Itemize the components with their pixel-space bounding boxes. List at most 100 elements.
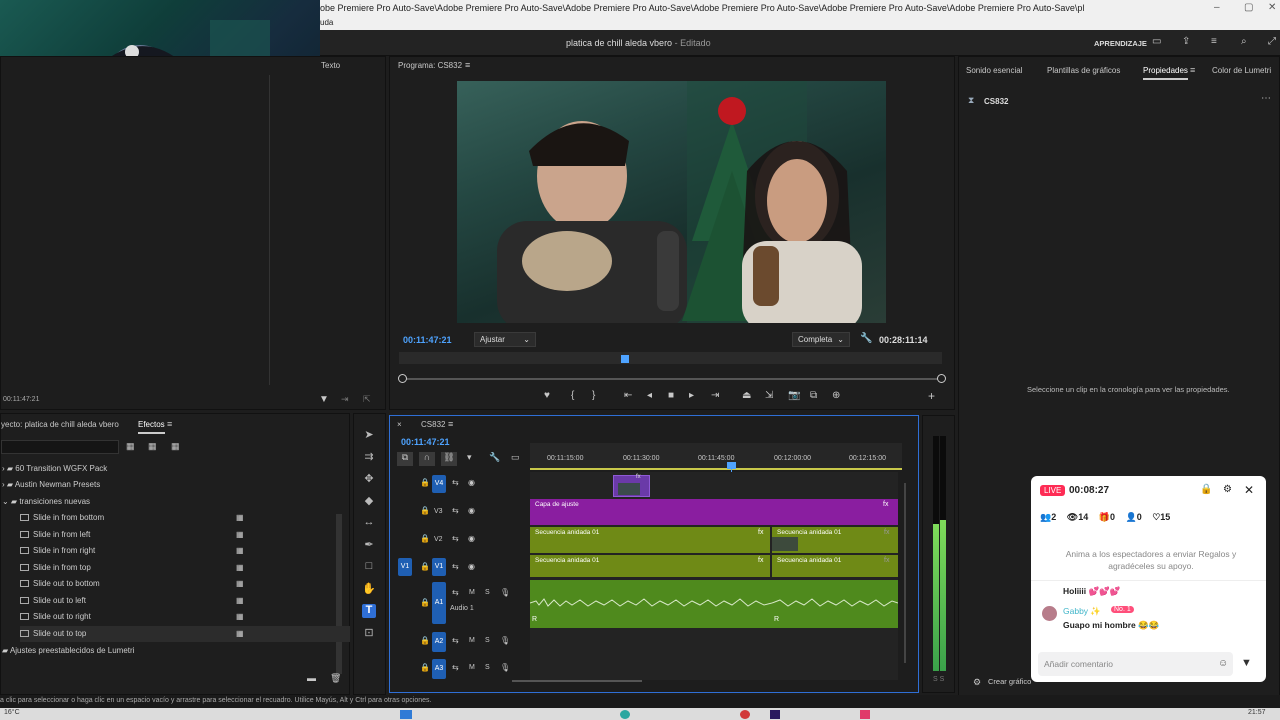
new-bin-icon[interactable]: ▬ <box>307 673 316 683</box>
app-icon[interactable] <box>620 710 630 719</box>
effects-folder[interactable]: ⌄ ▰ transiciones nuevas <box>2 494 332 510</box>
premiere-icon[interactable] <box>770 710 780 719</box>
maximize-icon[interactable]: ▢ <box>1244 2 1253 13</box>
timeline-timecode[interactable]: 00:11:47:21 <box>401 437 450 447</box>
yuv-icon[interactable]: ▦ <box>171 441 180 452</box>
menu-icon[interactable]: ≡ <box>1211 36 1217 47</box>
pen-tool-icon[interactable]: ✒ <box>362 538 376 552</box>
app-icon[interactable] <box>740 710 750 719</box>
lift-icon[interactable]: ⏏ <box>742 390 751 401</box>
mic-icon[interactable]: 🎙 <box>500 663 510 672</box>
effects-item[interactable]: Slide out to left ▦ <box>20 593 350 609</box>
clip-nested-v1-b[interactable]: Secuencia anidada 01 fx <box>772 555 898 577</box>
mute-button[interactable]: M <box>469 664 475 671</box>
timeline-ruler[interactable]: 00:11:15:00 00:11:30:00 00:11:45:00 00:1… <box>530 443 902 470</box>
mark-in-icon[interactable]: { <box>571 390 574 401</box>
track-label-v2[interactable]: V2 <box>434 536 443 543</box>
zoom-scrollbar[interactable] <box>398 374 946 383</box>
trash-icon[interactable]: 🗑 <box>330 673 341 684</box>
type-tool-icon[interactable]: T <box>362 604 376 618</box>
solo-button[interactable]: S <box>485 589 490 596</box>
tab-text[interactable]: Texto <box>321 61 340 70</box>
lock-icon[interactable]: 🔒 <box>420 636 430 645</box>
timeline-settings-icon[interactable]: 🔧 <box>489 452 500 463</box>
lock-icon[interactable]: 🔒 <box>420 598 430 607</box>
effects-item[interactable]: Slide out to right ▦ <box>20 609 350 625</box>
panel-menu-icon[interactable]: ≡ <box>167 419 172 429</box>
effects-folder[interactable]: ▰ Ajustes preestablecidos de Lumetri <box>2 643 332 659</box>
go-to-in-icon[interactable]: ⇤ <box>624 390 632 401</box>
lock-icon[interactable]: 🔒 <box>420 562 430 571</box>
compare-icon[interactable]: ⧉ <box>810 390 817 401</box>
32bit-icon[interactable]: ▦ <box>148 441 157 452</box>
share-icon[interactable]: ⇪ <box>1182 36 1190 47</box>
sync-lock-icon[interactable]: ⇆ <box>452 534 459 543</box>
close-icon[interactable]: ✕ <box>1268 2 1276 13</box>
clip-nested-v2-a[interactable]: Secuencia anidada 01 fx <box>530 527 770 553</box>
mute-button[interactable]: M <box>469 637 475 644</box>
weather-widget[interactable]: 16°C <box>4 709 20 716</box>
menu-item-help-fragment[interactable]: uda <box>320 18 333 27</box>
program-timecode[interactable]: 00:11:47:21 <box>403 335 452 345</box>
panel-menu-icon[interactable]: ≡ <box>448 419 453 429</box>
resolution-select[interactable]: Completa ⌄ <box>792 332 850 347</box>
add-marker-icon[interactable]: ♥ <box>544 390 550 401</box>
solo-button[interactable]: S <box>485 637 490 644</box>
add-marker-icon[interactable]: ▾ <box>467 452 472 463</box>
effects-item[interactable]: Slide in from top ▦ <box>20 560 350 576</box>
sync-lock-icon[interactable]: ⇆ <box>452 663 459 672</box>
filter-icon[interactable]: ▼ <box>319 394 329 405</box>
slip-tool-icon[interactable]: ↔ <box>362 516 376 530</box>
clip-audio-b[interactable]: R <box>772 580 898 628</box>
mute-button[interactable]: M <box>469 589 475 596</box>
tab-graphics-templates[interactable]: Plantillas de gráficos <box>1047 66 1120 75</box>
panel-menu-icon[interactable]: ≡ <box>1190 65 1195 75</box>
hand-tool-icon[interactable]: ✋ <box>362 582 376 596</box>
selection-tool-icon[interactable]: ➤ <box>362 428 376 442</box>
timeline-vertical-scroll[interactable] <box>904 483 906 663</box>
eye-icon[interactable]: ◉ <box>468 562 475 571</box>
playhead-marker[interactable] <box>621 355 629 363</box>
solo-button[interactable]: S <box>485 664 490 671</box>
start-icon[interactable] <box>400 710 412 719</box>
effects-folder[interactable]: › ▰ Austin Newman Presets <box>2 477 332 493</box>
nest-icon[interactable]: ⧉ <box>397 452 413 466</box>
extract-icon[interactable]: ⇲ <box>765 390 773 401</box>
sync-lock-icon[interactable]: ⇆ <box>452 636 459 645</box>
track-select-icon[interactable]: ⇉ <box>362 450 376 464</box>
avatar[interactable] <box>1042 606 1057 621</box>
effects-search-input[interactable] <box>1 440 119 454</box>
effects-item[interactable]: Slide in from left ▦ <box>20 527 350 543</box>
close-icon[interactable]: ✕ <box>1244 483 1254 497</box>
timeline-horizontal-scroll[interactable] <box>512 680 642 682</box>
track-label-v3[interactable]: V3 <box>434 508 443 515</box>
vr-icon[interactable]: ⊕ <box>832 390 840 401</box>
mark-out-icon[interactable]: } <box>592 390 595 401</box>
eye-icon[interactable]: ◉ <box>468 478 475 487</box>
chat-username[interactable]: Gabby ✨ <box>1063 606 1101 617</box>
track-label-a2[interactable]: A2 <box>432 632 446 652</box>
tab-sequence[interactable]: CS832 <box>421 420 445 429</box>
add-button-icon[interactable]: + <box>928 389 935 403</box>
zoom-select[interactable]: Ajustar ⌄ <box>474 332 536 347</box>
export-icon[interactable]: ⇱ <box>363 394 371 405</box>
comment-input[interactable]: Añadir comentario ☺ <box>1038 652 1233 676</box>
playhead-handle[interactable] <box>727 462 736 469</box>
zoom-handle-left[interactable] <box>398 374 407 383</box>
settings-wrench-icon[interactable]: 🔧 <box>860 333 872 344</box>
effects-item[interactable]: Slide in from bottom ▦ <box>20 510 350 526</box>
tab-program[interactable]: Programa: CS832 <box>398 61 462 70</box>
workspace-learning[interactable]: APRENDIZAJE <box>1094 39 1147 48</box>
track-label-v4[interactable]: V4 <box>432 475 446 493</box>
eye-icon[interactable]: ◉ <box>468 534 475 543</box>
clip-audio-a[interactable]: R <box>530 580 772 628</box>
tab-project[interactable]: yecto: platica de chill aleda vbero <box>1 420 119 429</box>
filter-icon[interactable]: ▼ <box>1241 657 1252 669</box>
snap-icon[interactable]: ∩ <box>419 452 435 466</box>
tab-essential-sound[interactable]: Sonido esencial <box>966 66 1022 75</box>
track-label-v1[interactable]: V1 <box>432 558 446 576</box>
accelerated-icon[interactable]: ▦ <box>126 441 135 452</box>
tab-properties[interactable]: Propiedades <box>1143 66 1188 80</box>
sync-lock-icon[interactable]: ⇆ <box>452 506 459 515</box>
emoji-icon[interactable]: ☺ <box>1218 658 1228 669</box>
